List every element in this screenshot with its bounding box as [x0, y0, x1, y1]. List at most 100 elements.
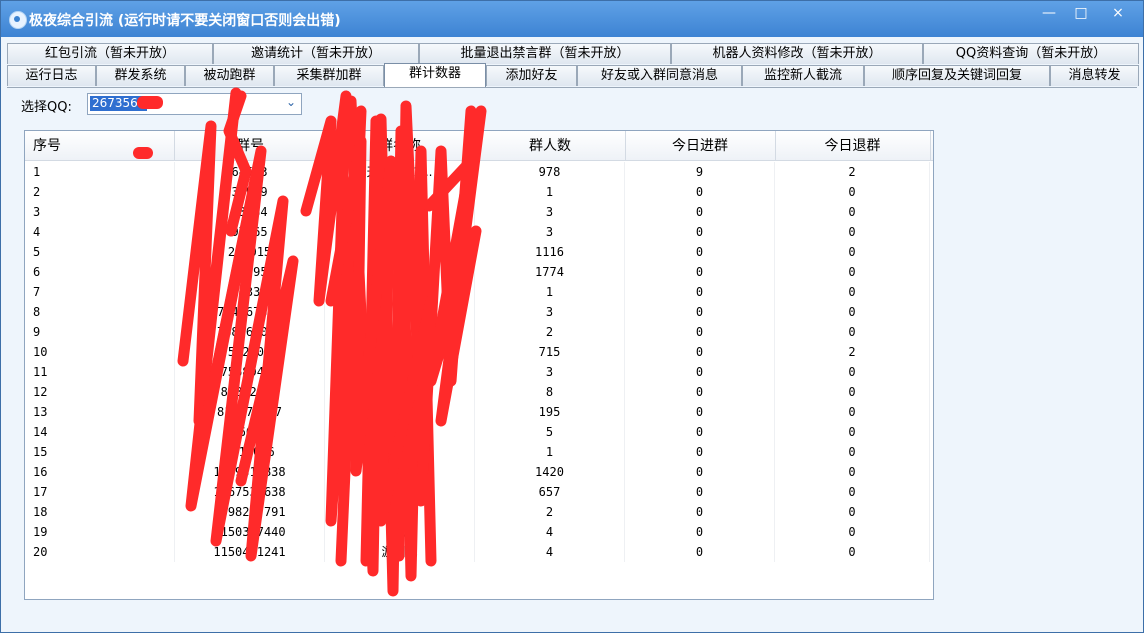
- tab-robot-profile[interactable]: 机器人资料修改（暂未开放）: [671, 43, 923, 64]
- cell-group-id: 81822240: [175, 382, 325, 402]
- tab-batch-exit[interactable]: 批量退出禁言群（暂未开放）: [419, 43, 671, 64]
- cell-member-count: 195: [475, 402, 625, 422]
- cell-group-name: 2..: [325, 342, 475, 362]
- table-row[interactable]: 7 80335 1 0 0: [25, 282, 933, 302]
- table-row[interactable]: 1 68573 天...大...1... 978 9 2: [25, 162, 933, 182]
- cell-member-count: 3: [475, 222, 625, 242]
- cell-group-id: 75689412: [175, 362, 325, 382]
- tab-passive-group[interactable]: 被动跑群: [185, 65, 274, 86]
- cell-left-today: 0: [775, 182, 930, 202]
- cell-left-today: 0: [775, 402, 930, 422]
- header-left-today[interactable]: 今日退群: [775, 131, 931, 160]
- tab-message-forward[interactable]: 消息转发: [1050, 65, 1139, 86]
- cell-index: 18: [25, 502, 175, 522]
- tab-red-packet[interactable]: 红包引流（暂未开放）: [7, 43, 213, 64]
- cell-index: 14: [25, 422, 175, 442]
- tab-collect-join[interactable]: 采集群加群: [274, 65, 384, 86]
- tab-invite-stats[interactable]: 邀请统计（暂未开放）: [213, 43, 419, 64]
- qq-select-label: 选择QQ:: [21, 100, 72, 115]
- cell-member-count: 5: [475, 422, 625, 442]
- table-header: 序号 群号 群名称 群人数 今日进群 今日退群: [25, 131, 933, 161]
- table-row[interactable]: 17 1067535638 助①群 657 0 0: [25, 482, 933, 502]
- cell-left-today: 0: [775, 362, 930, 382]
- header-group-name[interactable]: 群名称: [325, 131, 476, 160]
- tab-run-log[interactable]: 运行日志: [7, 65, 96, 86]
- cell-joined-today: 0: [625, 282, 775, 302]
- table-row[interactable]: 6 90795 1774 0 0: [25, 262, 933, 282]
- cell-joined-today: 0: [625, 182, 775, 202]
- cell-member-count: 1774: [475, 262, 625, 282]
- table-row[interactable]: 9 768969070 2 0 0: [25, 322, 933, 342]
- table-row[interactable]: 13 811478557 195 0 0: [25, 402, 933, 422]
- cell-group-name: [325, 302, 475, 322]
- minimize-button[interactable]: —: [1033, 3, 1065, 25]
- cell-group-name: [325, 262, 475, 282]
- cell-left-today: 0: [775, 482, 930, 502]
- qq-select-dropdown[interactable]: 2673560 ⌄: [87, 93, 302, 115]
- tab-row-2: 运行日志 群发系统 被动跑群 采集群加群 群计数器 添加好友 好友或入群同意消息…: [7, 63, 1139, 87]
- cell-group-id: 1150337440: [175, 522, 325, 542]
- close-button[interactable]: ×: [1098, 3, 1138, 25]
- cell-left-today: 0: [775, 322, 930, 342]
- cell-member-count: 715: [475, 342, 625, 362]
- tab-mass-send[interactable]: 群发系统: [96, 65, 185, 86]
- cell-joined-today: 0: [625, 302, 775, 322]
- cell-joined-today: 0: [625, 442, 775, 462]
- app-window: 极夜综合引流 (运行时请不要关闭窗口否则会出错) — □ × 红包引流（暂未开放…: [0, 0, 1144, 633]
- table-row[interactable]: 2 35949 1 0 0: [25, 182, 933, 202]
- cell-left-today: 0: [775, 382, 930, 402]
- table-row[interactable]: 18 1098217791 2 0 0: [25, 502, 933, 522]
- cell-group-name: [325, 282, 475, 302]
- table-row[interactable]: 11 75689412 3 0 0: [25, 362, 933, 382]
- cell-group-name: [325, 502, 475, 522]
- table-row[interactable]: 12 81822240 8 0 0: [25, 382, 933, 402]
- tab-qq-profile[interactable]: QQ资料查询（暂未开放）: [923, 43, 1139, 64]
- table-row[interactable]: 5 216015 1116 0 0: [25, 242, 933, 262]
- tab-add-friend[interactable]: 添加好友: [486, 65, 577, 86]
- cell-index: 1: [25, 162, 175, 182]
- cell-joined-today: 0: [625, 422, 775, 442]
- cell-group-name: [325, 322, 475, 342]
- header-group-id[interactable]: 群号: [175, 131, 326, 160]
- header-joined-today[interactable]: 今日进群: [625, 131, 776, 160]
- cell-index: 5: [25, 242, 175, 262]
- table-row[interactable]: 4 97865 3 0 0: [25, 222, 933, 242]
- table-row[interactable]: 14 8966907 5 0 0: [25, 422, 933, 442]
- table-row[interactable]: 8 704967514 3 0 0: [25, 302, 933, 322]
- header-member-count[interactable]: 群人数: [475, 131, 626, 160]
- maximize-button[interactable]: □: [1065, 3, 1097, 25]
- table-row[interactable]: 3 23764 3 0 0: [25, 202, 933, 222]
- cell-index: 4: [25, 222, 175, 242]
- tab-accept-message[interactable]: 好友或入群同意消息: [577, 65, 742, 86]
- cell-group-id: 8966907: [175, 422, 325, 442]
- cell-member-count: 3: [475, 302, 625, 322]
- app-icon: [9, 11, 27, 29]
- table-row[interactable]: 16 1049316838 大... 1420 0 0: [25, 462, 933, 482]
- cell-index: 20: [25, 542, 175, 562]
- cell-left-today: 0: [775, 242, 930, 262]
- cell-group-name: [325, 362, 475, 382]
- table-row[interactable]: 15 1015016 1 0 0: [25, 442, 933, 462]
- cell-group-id: 811478557: [175, 402, 325, 422]
- cell-group-id: 768969070: [175, 322, 325, 342]
- chevron-down-icon[interactable]: ⌄: [286, 95, 296, 109]
- table-row[interactable]: 20 1150441241 游测试 4 0 0: [25, 542, 933, 562]
- table-row[interactable]: 19 1150337440 式 4 0 0: [25, 522, 933, 542]
- group-counter-panel: 选择QQ: 2673560 ⌄ 序号 群号 群名称 群人数 今日进群 今日退群 …: [7, 87, 1137, 628]
- cell-group-id: 35949: [175, 182, 325, 202]
- cell-group-id: 97865: [175, 222, 325, 242]
- group-counter-table[interactable]: 序号 群号 群名称 群人数 今日进群 今日退群 1 68573 天...大...1.…: [24, 130, 934, 600]
- cell-left-today: 0: [775, 462, 930, 482]
- cell-group-id: 1098217791: [175, 502, 325, 522]
- cell-group-id: 1150441241: [175, 542, 325, 562]
- title-bar[interactable]: 极夜综合引流 (运行时请不要关闭窗口否则会出错) — □ ×: [1, 1, 1143, 37]
- tab-group-counter[interactable]: 群计数器: [384, 63, 486, 87]
- tab-sequential-reply[interactable]: 顺序回复及关键词回复: [864, 65, 1050, 86]
- table-row[interactable]: 10 75329079 2.. 715 0 2: [25, 342, 933, 362]
- cell-group-id: 1067535638: [175, 482, 325, 502]
- cell-index: 15: [25, 442, 175, 462]
- cell-group-name: [325, 182, 475, 202]
- header-index[interactable]: 序号: [25, 131, 175, 160]
- tab-monitor-newcomer[interactable]: 监控新人截流: [742, 65, 864, 86]
- cell-index: 7: [25, 282, 175, 302]
